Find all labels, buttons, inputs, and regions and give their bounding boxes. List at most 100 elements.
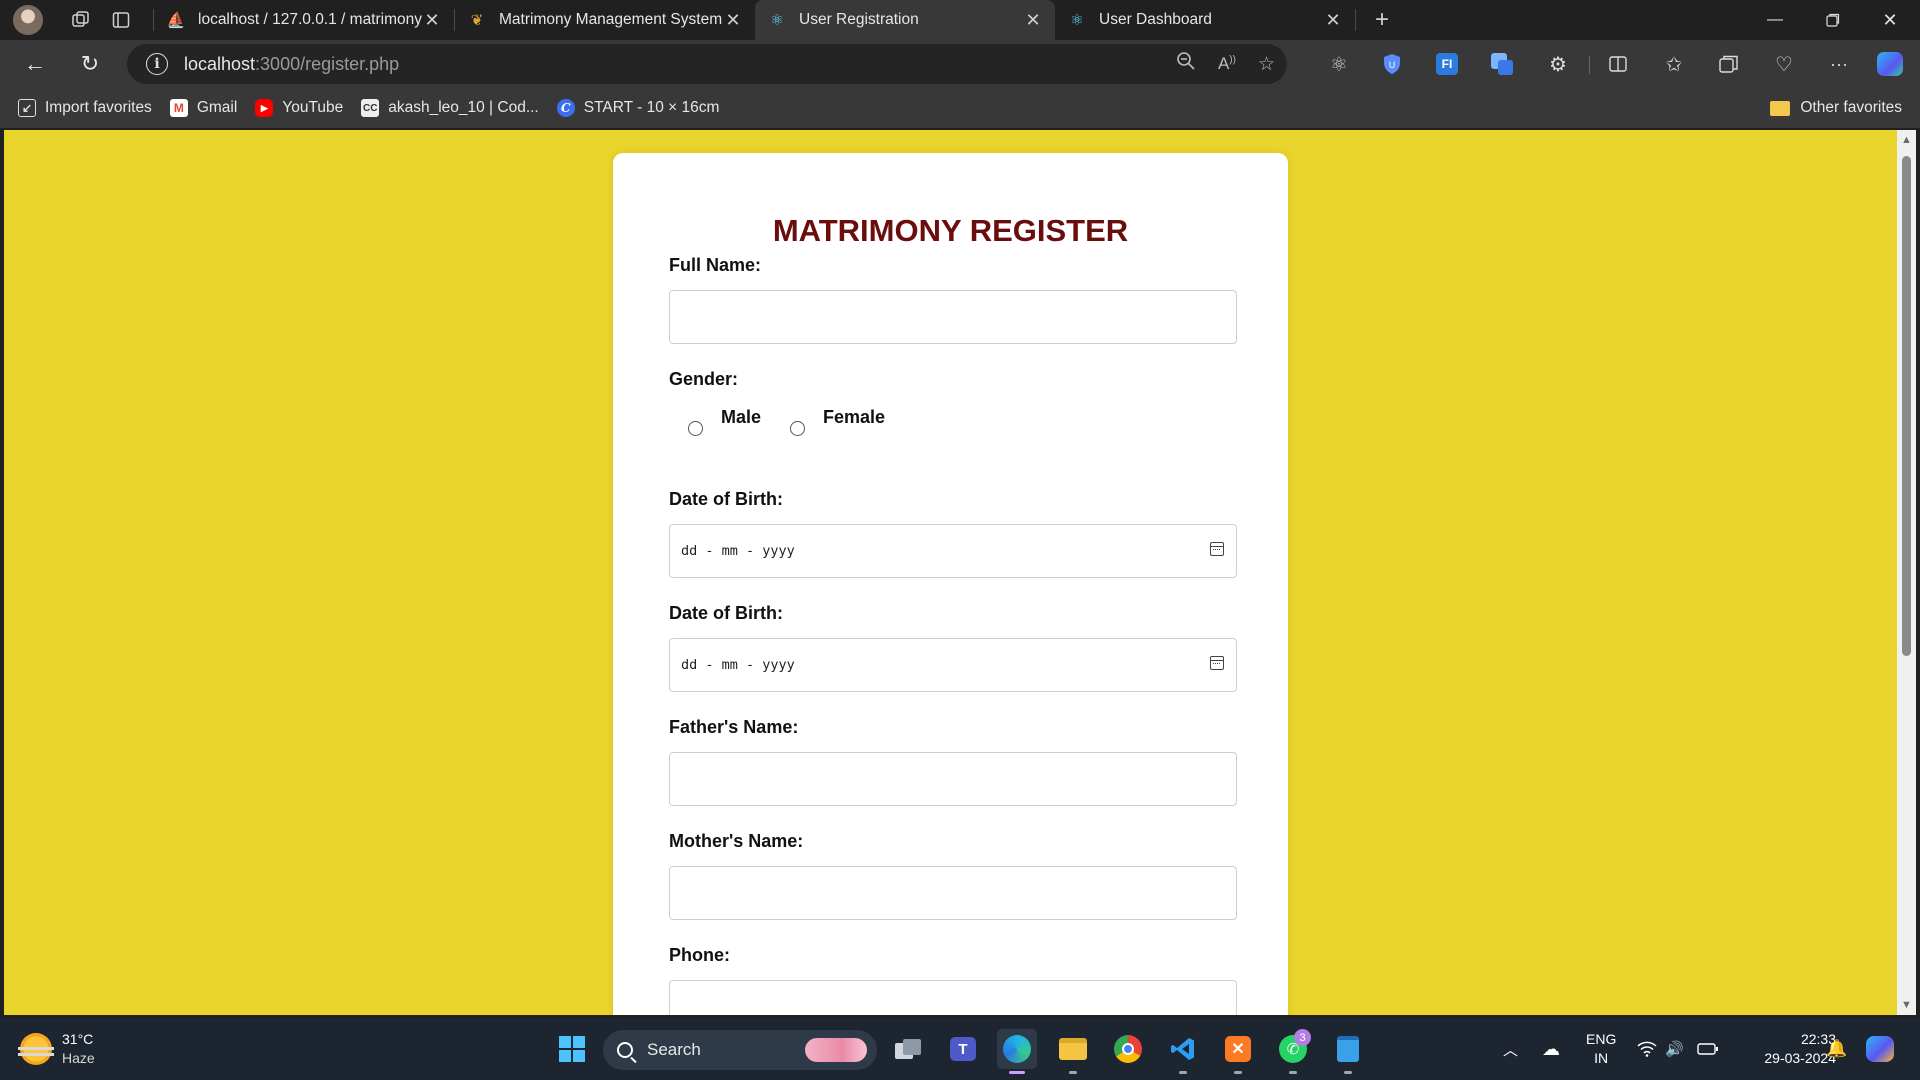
weather-condition: Haze [62,1050,95,1066]
register-form: MATRIMONY REGISTER Full Name: Gender: Ma… [613,153,1288,1015]
fi-extension-icon[interactable]: FI [1427,44,1467,84]
battery-icon[interactable] [1697,1018,1719,1080]
scroll-thumb[interactable] [1902,156,1911,656]
collections-extension-icon[interactable] [1482,44,1522,84]
favorite-gmail[interactable]: M Gmail [169,99,237,117]
gender-label: Gender: [669,369,739,389]
tab-strip: ⛵ localhost / 127.0.0.1 / matrimony ✕ ❦ … [0,0,1920,40]
close-tab-icon[interactable]: ✕ [422,10,442,31]
notepad-icon[interactable] [1328,1029,1368,1074]
file-explorer-icon[interactable] [1053,1029,1093,1074]
tab-user-registration[interactable]: ⚛ User Registration ✕ [755,0,1055,40]
calendar-icon[interactable] [1210,656,1224,670]
tab-phpmyadmin[interactable]: ⛵ localhost / 127.0.0.1 / matrimony ✕ [154,0,454,40]
search-label: Search [647,1040,701,1059]
extensions-icon[interactable]: ⚙ [1538,44,1578,84]
react-icon: ⚛ [770,12,784,29]
haze-weather-icon [18,1033,54,1065]
minimize-icon[interactable]: — [1747,0,1803,40]
gender-female-radio[interactable] [790,421,805,436]
favorite-star-icon[interactable]: ☆ [1258,53,1275,76]
codechef-icon: CC [361,99,380,117]
vscode-icon[interactable] [1163,1029,1203,1074]
split-screen-icon[interactable] [1598,44,1638,84]
back-icon[interactable]: ← [13,44,57,84]
favorites-list-icon[interactable]: ✩ [1654,44,1694,84]
father-name-input[interactable] [669,752,1237,806]
close-tab-icon[interactable]: ✕ [1023,10,1043,31]
zoom-icon[interactable] [1176,51,1196,77]
taskbar-search[interactable]: Search [603,1030,877,1070]
other-favorites[interactable]: Other favorites [1770,88,1902,128]
refresh-icon[interactable]: ↻ [68,44,112,84]
gender-male-radio[interactable] [688,421,703,436]
tab-title: Matrimony Management System [499,11,723,28]
dob-label-2: Date of Birth: [669,603,783,623]
new-tab-icon[interactable]: + [1362,0,1402,40]
read-aloud-icon[interactable]: A)) [1218,54,1236,74]
close-tab-icon[interactable]: ✕ [723,10,743,31]
show-hidden-icons[interactable]: ︿ [1503,1018,1518,1080]
wifi-icon[interactable] [1637,1018,1657,1080]
search-highlight-icon [805,1038,867,1062]
browser-essentials-icon[interactable]: ♡ [1764,44,1804,84]
edge-app-icon[interactable] [997,1029,1037,1074]
weather-widget[interactable]: 31°C Haze [18,1030,95,1068]
close-tab-icon[interactable]: ✕ [1323,10,1343,31]
onedrive-icon[interactable]: ☁ [1542,1018,1560,1080]
tab-title: User Dashboard [1099,11,1212,28]
tab-title: localhost / 127.0.0.1 / matrimony [198,11,422,28]
dob-input[interactable]: dd - mm - yyyy [669,524,1237,578]
language-indicator[interactable]: ENG IN [1586,1030,1616,1068]
page-viewport: MATRIMONY REGISTER Full Name: Gender: Ma… [4,130,1897,1015]
whatsapp-badge: 3 [1294,1029,1311,1046]
site-info-icon[interactable]: i [146,53,168,75]
dob-label: Date of Birth: [669,489,783,509]
phone-input[interactable] [669,980,1237,1015]
dob-input-2[interactable]: dd - mm - yyyy [669,638,1237,692]
close-window-icon[interactable]: ✕ [1862,0,1918,40]
tab-actions-icon[interactable] [101,0,141,40]
task-view-icon[interactable] [888,1029,928,1069]
notification-bell-icon[interactable]: 🔔 [1826,1018,1847,1080]
date-placeholder: dd - mm - yyyy [681,543,795,559]
phone-label: Phone: [669,945,730,965]
url-text[interactable]: localhost:3000/register.php [184,54,399,75]
scroll-down-icon[interactable]: ▼ [1900,999,1913,1011]
react-devtools-icon[interactable]: ⚛ [1319,44,1359,84]
teams-icon[interactable]: T [943,1029,983,1069]
favorite-codechef[interactable]: CC akash_leo_10 | Cod... [361,99,539,117]
full-name-input[interactable] [669,290,1237,344]
copilot-icon[interactable] [1870,44,1910,84]
favorite-import[interactable]: ↙ Import favorites [18,99,152,117]
tab-user-dashboard[interactable]: ⚛ User Dashboard ✕ [1055,0,1355,40]
volume-icon[interactable]: 🔊 [1665,1018,1684,1080]
scroll-up-icon[interactable]: ▲ [1900,134,1913,146]
whatsapp-icon[interactable]: ✆ 3 [1273,1029,1313,1074]
father-name-label: Father's Name: [669,717,799,737]
copilot-taskbar-icon[interactable] [1866,1018,1894,1080]
mother-name-input[interactable] [669,866,1237,920]
restore-icon[interactable] [1805,0,1861,40]
favorite-youtube[interactable]: ▶ YouTube [255,99,343,117]
tab-matrimony-system[interactable]: ❦ Matrimony Management System ✕ [455,0,755,40]
date-placeholder: dd - mm - yyyy [681,657,795,673]
gmail-icon: M [169,99,188,117]
calendar-icon[interactable] [1210,542,1224,556]
shield-extension-icon[interactable]: U [1372,44,1412,84]
svg-text:U: U [1389,61,1396,71]
collections-icon[interactable] [1709,44,1749,84]
workspaces-icon[interactable] [61,0,101,40]
xampp-icon[interactable]: ✕ [1218,1029,1258,1074]
more-menu-icon[interactable]: ··· [1819,44,1859,84]
chrome-icon[interactable] [1108,1029,1148,1069]
favorite-canva[interactable]: C START - 10 × 16cm [556,99,719,117]
page-scrollbar[interactable]: ▲ ▼ [1897,130,1916,1015]
profile-avatar[interactable] [13,5,43,35]
canva-icon: C [556,99,575,117]
start-icon[interactable] [552,1029,592,1069]
phpmyadmin-icon: ⛵ [166,12,186,29]
address-bar[interactable]: i localhost:3000/register.php A)) ☆ [127,44,1287,84]
favorites-bar: ↙ Import favorites M Gmail ▶ YouTube CC … [0,88,1920,128]
browser-toolbar: ← ↻ i localhost:3000/register.php A)) ☆ … [0,40,1920,88]
